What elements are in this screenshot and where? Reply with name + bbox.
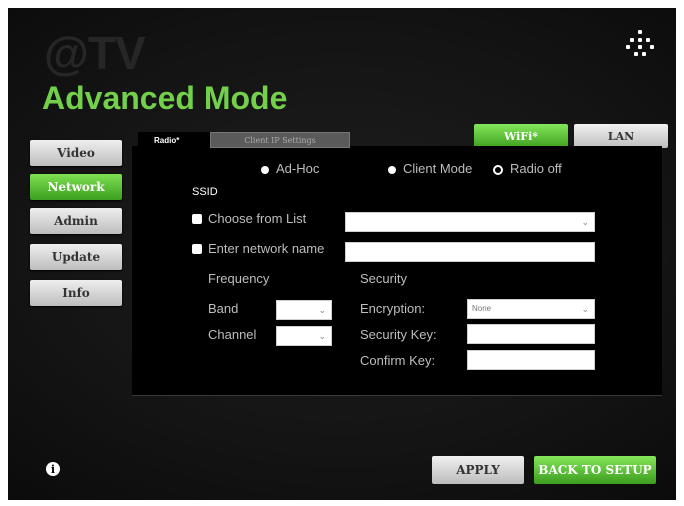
ad-hoc-label: Ad-Hoc <box>276 161 320 176</box>
sidebar-item-update[interactable]: Update <box>30 244 122 270</box>
sidebar-item-network[interactable]: Network <box>30 174 122 200</box>
sidebar-item-video[interactable]: Video <box>30 140 122 166</box>
channel-select[interactable]: ⌄ <box>276 326 332 346</box>
encryption-label: Encryption: <box>360 301 426 316</box>
radio-off-label: Radio off <box>510 161 562 176</box>
client-mode-label: Client Mode <box>403 161 473 176</box>
ad-hoc-radio[interactable] <box>261 166 269 174</box>
confirm-key-input[interactable] <box>467 350 595 370</box>
choose-from-list-label: Choose from List <box>208 211 307 226</box>
choose-from-list-checkbox[interactable] <box>192 214 202 224</box>
lan-button[interactable]: LAN <box>574 124 668 148</box>
tab-radio[interactable]: Radio* <box>138 132 210 148</box>
band-label: Band <box>208 301 239 316</box>
tab-client-ip-settings[interactable]: Client IP Settings <box>210 132 350 148</box>
enter-network-name-label: Enter network name <box>208 241 325 256</box>
security-heading: Security <box>360 271 407 286</box>
band-select[interactable]: ⌄ <box>276 300 332 320</box>
security-key-input[interactable] <box>467 324 595 344</box>
back-to-setup-button[interactable]: BACK TO SETUP <box>534 456 656 484</box>
enter-network-name-checkbox[interactable] <box>192 244 202 254</box>
network-name-input[interactable] <box>345 242 595 262</box>
dots-logo-icon <box>626 30 654 62</box>
sidebar-item-info[interactable]: Info <box>30 280 122 306</box>
client-mode-radio[interactable] <box>388 166 396 174</box>
ssid-list-select[interactable]: ⌄ <box>345 212 595 232</box>
chevron-down-icon: ⌄ <box>581 217 589 227</box>
wifi-button[interactable]: WiFi* <box>474 124 568 148</box>
ssid-label: SSID <box>192 186 218 198</box>
confirm-key-label: Confirm Key: <box>360 353 436 368</box>
channel-label: Channel <box>208 327 257 342</box>
encryption-select[interactable]: None ⌄ <box>467 299 595 319</box>
sidebar-item-admin[interactable]: Admin <box>30 208 122 234</box>
info-icon[interactable]: i <box>46 462 60 476</box>
screen: @TV Advanced Mode Video Network Admin Up… <box>8 8 676 500</box>
brand-logo: @TV <box>44 27 146 79</box>
chevron-down-icon: ⌄ <box>318 331 326 341</box>
chevron-down-icon: ⌄ <box>318 305 326 315</box>
encryption-value: None <box>472 304 492 313</box>
radio-off-radio[interactable] <box>493 165 503 175</box>
apply-button[interactable]: APPLY <box>432 456 524 484</box>
frequency-heading: Frequency <box>208 271 270 286</box>
security-key-label: Security Key: <box>360 327 437 342</box>
chevron-down-icon: ⌄ <box>581 304 589 314</box>
page-title: Advanced Mode <box>42 80 288 116</box>
